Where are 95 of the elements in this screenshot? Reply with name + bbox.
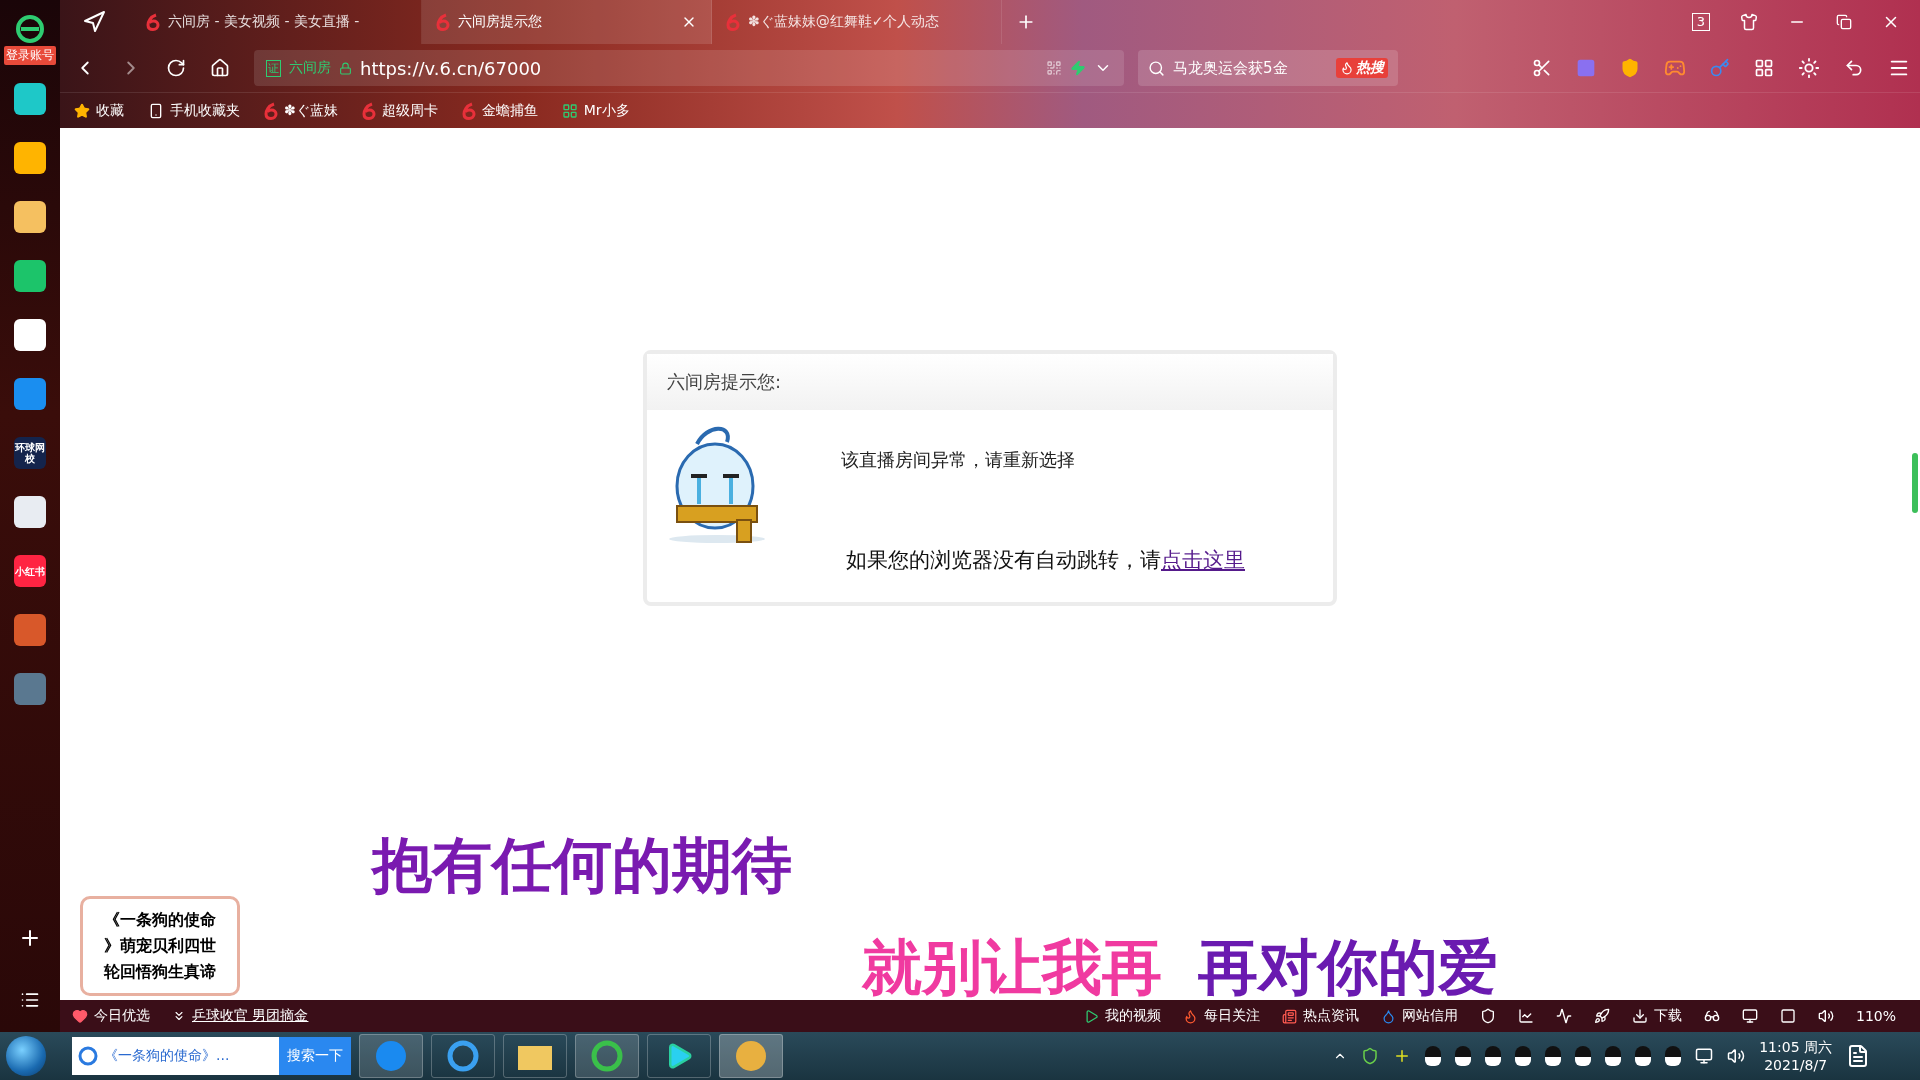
network-icon[interactable] [1695, 1047, 1714, 1065]
pulse-icon[interactable] [1555, 1008, 1572, 1024]
grid-icon[interactable] [1754, 58, 1774, 78]
home-icon[interactable] [210, 58, 230, 78]
status-link[interactable]: 热点资讯 [1281, 1007, 1359, 1025]
flame-icon [1182, 1008, 1198, 1024]
six-logo-icon [264, 101, 278, 120]
screen-icon[interactable] [1741, 1008, 1758, 1024]
address-field[interactable]: 证 六间房 https://v.6.cn/67000 [254, 50, 1124, 86]
taskbar-search-field[interactable]: 《一条狗的使命》... [72, 1037, 279, 1075]
promo-text: 轮回悟狗生真谛 [103, 961, 217, 983]
certificate-badge: 证 [266, 59, 281, 77]
search-button[interactable]: 搜索一下 [279, 1037, 351, 1075]
restore-icon[interactable] [1836, 14, 1852, 30]
bookmark-item[interactable]: Mr小多 [561, 101, 630, 120]
heart-icon [72, 1008, 88, 1024]
browser-logo-icon [15, 14, 45, 44]
promo-text: 》萌宠贝利四世 [103, 935, 217, 957]
app-icon [561, 102, 578, 119]
shield-icon[interactable] [1361, 1047, 1380, 1065]
url-text: https://v.6.cn/67000 [360, 57, 543, 79]
shield-icon[interactable] [1479, 1008, 1496, 1024]
status-link[interactable]: 我的视频 [1083, 1007, 1161, 1025]
tab-count[interactable]: 3 [1691, 13, 1710, 31]
certificate-label: 六间房 [289, 59, 331, 77]
bookmark-item[interactable]: ✽ぐ蓝妹 [264, 101, 338, 120]
app-shortcut[interactable]: 小红书 [14, 555, 46, 587]
reload-icon[interactable] [166, 58, 186, 78]
avatar-app-icon[interactable] [719, 1034, 783, 1078]
window-icon[interactable] [1779, 1008, 1796, 1024]
phone-icon [148, 102, 164, 119]
undo-icon[interactable] [1844, 58, 1864, 78]
shirt-icon[interactable] [1740, 13, 1758, 31]
status-link[interactable]: 乒球收官 男团摘金 [172, 1007, 309, 1025]
download-icon [1631, 1008, 1648, 1024]
clock[interactable]: 11:05 周六 2021/8/7 [1759, 1038, 1832, 1074]
app-shortcut-icon[interactable] [14, 201, 46, 233]
zoom-level[interactable]: 110% [1855, 1008, 1896, 1024]
lock-icon [339, 61, 352, 75]
six-logo-icon [461, 101, 476, 120]
browser-e-icon [78, 1046, 98, 1066]
browser-tab[interactable]: 六间房提示您 [422, 0, 712, 44]
status-link[interactable]: 今日优选 [72, 1007, 150, 1025]
taskbar-app-icon[interactable] [431, 1034, 495, 1078]
app-shortcut-icon[interactable] [14, 142, 46, 174]
six-logo-icon [726, 13, 740, 31]
bookmark-item[interactable]: 金蟾捕鱼 [461, 101, 538, 120]
volume-icon[interactable] [1817, 1008, 1834, 1024]
search-icon [1148, 59, 1165, 77]
scrollbar-thumb[interactable] [1912, 453, 1918, 513]
status-link[interactable]: 每日关注 [1182, 1007, 1260, 1025]
download-link[interactable]: 下载 [1631, 1007, 1682, 1025]
browser-tab[interactable]: ✽ぐ蓝妹妹@红舞鞋✓个人动态 [712, 0, 1002, 44]
promo-text: 《一条狗的使命 [103, 909, 217, 931]
app-shortcut-icon[interactable] [14, 319, 46, 351]
six-logo-icon [146, 13, 160, 31]
scissors-icon[interactable] [1532, 58, 1552, 78]
app-shortcut-icon[interactable] [14, 260, 46, 292]
newspaper-icon [1281, 1008, 1297, 1024]
droplet-icon [1380, 1008, 1396, 1024]
browser-tab[interactable]: 六间房 - 美女视频 - 美女直播 - [132, 0, 422, 44]
start-button[interactable] [6, 1036, 46, 1076]
notification-icon[interactable] [1846, 1044, 1870, 1068]
list-icon[interactable] [20, 990, 40, 1010]
lyric-text: 就别让我再 [862, 932, 1162, 1002]
dialog-title: 六间房提示您: [647, 354, 1333, 410]
app-shortcut-icon[interactable] [14, 496, 46, 528]
star-icon [74, 102, 90, 119]
bookmark-item[interactable]: 收藏 [74, 101, 124, 120]
rocket-icon[interactable] [1593, 1008, 1610, 1024]
six-logo-icon [361, 101, 376, 120]
hot-search-badge[interactable]: 热搜 [1336, 58, 1388, 78]
login-account-link[interactable]: 登录账号 [4, 46, 56, 65]
sun-icon[interactable] [1798, 57, 1820, 79]
error-message: 该直播房间异常，请重新选择 [841, 448, 1076, 472]
double-chevron-icon [172, 1009, 186, 1023]
chart-icon[interactable] [1517, 1008, 1534, 1024]
status-link[interactable]: 网站信用 [1380, 1007, 1458, 1025]
six-logo-icon [436, 13, 450, 31]
redirect-text: 如果您的浏览器没有自动跳转，请点击这里 [846, 547, 1246, 574]
folder-icon[interactable] [503, 1034, 567, 1078]
taskbar-app-icon[interactable] [575, 1034, 639, 1078]
glasses-icon[interactable] [1703, 1008, 1720, 1024]
play-icon [1083, 1008, 1099, 1024]
app-shortcut-icon[interactable] [14, 83, 46, 115]
navigation-arrow-icon[interactable] [82, 10, 106, 34]
play-app-icon[interactable] [647, 1034, 711, 1078]
bookmark-item[interactable]: 超级周卡 [361, 101, 438, 120]
lyric-text: 抱有任何的期待 [372, 829, 792, 902]
app-shortcut[interactable]: 环球网校 [14, 437, 46, 469]
bookmark-item[interactable]: 手机收藏夹 [148, 101, 240, 120]
click-here-link[interactable]: 点击这里 [1161, 548, 1245, 572]
volume-icon[interactable] [1727, 1047, 1746, 1065]
search-field[interactable]: 马龙奥运会获5金 热搜 [1138, 50, 1398, 86]
lyric-text: 再对你的爱 [1198, 932, 1498, 1002]
